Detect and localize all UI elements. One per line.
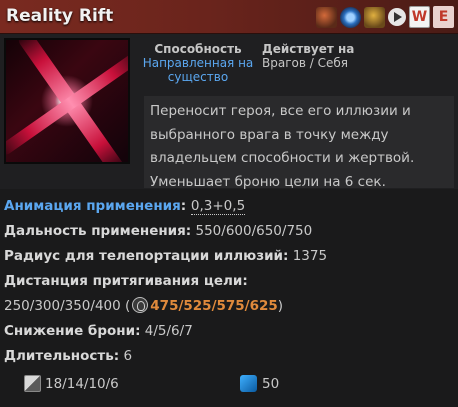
mana-value: 50 [262, 376, 280, 392]
stat-duration: Длительность: 6 [4, 346, 456, 371]
stat-label: Радиус для телепортации иллюзий: [4, 248, 289, 264]
innate-icon[interactable] [364, 6, 385, 28]
talent-value: 475/525/575/625 [150, 298, 278, 314]
ability-description: Переносит героя, все его иллюзии и выбра… [144, 96, 454, 190]
stat-cast-animation: Анимация применения: 0,3+0,5 [4, 198, 246, 215]
affects-value: Врагов / Себя [262, 56, 348, 70]
stat-label: Длительность: [4, 348, 120, 364]
tooltip-header: Reality Rift W E [0, 0, 458, 34]
hotkey-w[interactable]: W [409, 6, 430, 28]
affects-column: Действует на Врагов / Себя [262, 42, 362, 70]
mana-icon [240, 375, 257, 392]
aghanims-shard-icon[interactable] [340, 6, 361, 28]
aghanims-scepter-icon[interactable] [316, 6, 337, 28]
ability-title: Reality Rift [6, 6, 114, 26]
cooldown-icon [24, 375, 41, 392]
stat-cast-range: Дальность применения: 550/600/650/750 [4, 221, 456, 246]
stat-value: 0,3+0,5 [190, 198, 246, 215]
targeting-column: Способность Направленная на существо [142, 42, 254, 84]
play-video-icon[interactable] [388, 8, 406, 26]
ability-stats: Анимация применения: 0,3+0,5 Дальность п… [4, 196, 456, 371]
stat-label: Дистанция притягивания цели: [4, 273, 248, 289]
stat-value: 6 [123, 348, 133, 364]
stat-pull-distance: 250/300/350/400 (475/525/575/625) [4, 297, 284, 314]
stat-label[interactable]: Анимация применения [4, 198, 181, 214]
hotkey-e[interactable]: E [433, 6, 454, 28]
cooldown-value: 18/14/10/6 [45, 376, 119, 392]
stat-label: Дальность применения: [4, 223, 192, 239]
stat-value: 550/600/650/750 [195, 223, 313, 239]
stat-pull-distance-label-line: Дистанция притягивания цели: [4, 271, 456, 296]
stat-value: 250/300/350/400 [4, 298, 121, 314]
affects-label: Действует на [262, 42, 355, 56]
stat-label: Снижение брони: [4, 323, 141, 339]
stat-value: 1375 [292, 248, 328, 264]
targeting-value: Направленная на существо [142, 56, 254, 84]
reality-rift-icon [4, 38, 130, 164]
tooltip-footer: 18/14/10/6 50 [0, 372, 458, 398]
talent-tree-icon[interactable] [132, 297, 149, 313]
stat-illusion-radius: Радиус для телепортации иллюзий: 1375 [4, 246, 456, 271]
stat-value: 4/5/6/7 [144, 323, 193, 339]
stat-armor-reduction: Снижение брони: 4/5/6/7 [4, 321, 456, 346]
targeting-label: Способность [154, 42, 242, 56]
header-icons: W E [316, 6, 454, 28]
